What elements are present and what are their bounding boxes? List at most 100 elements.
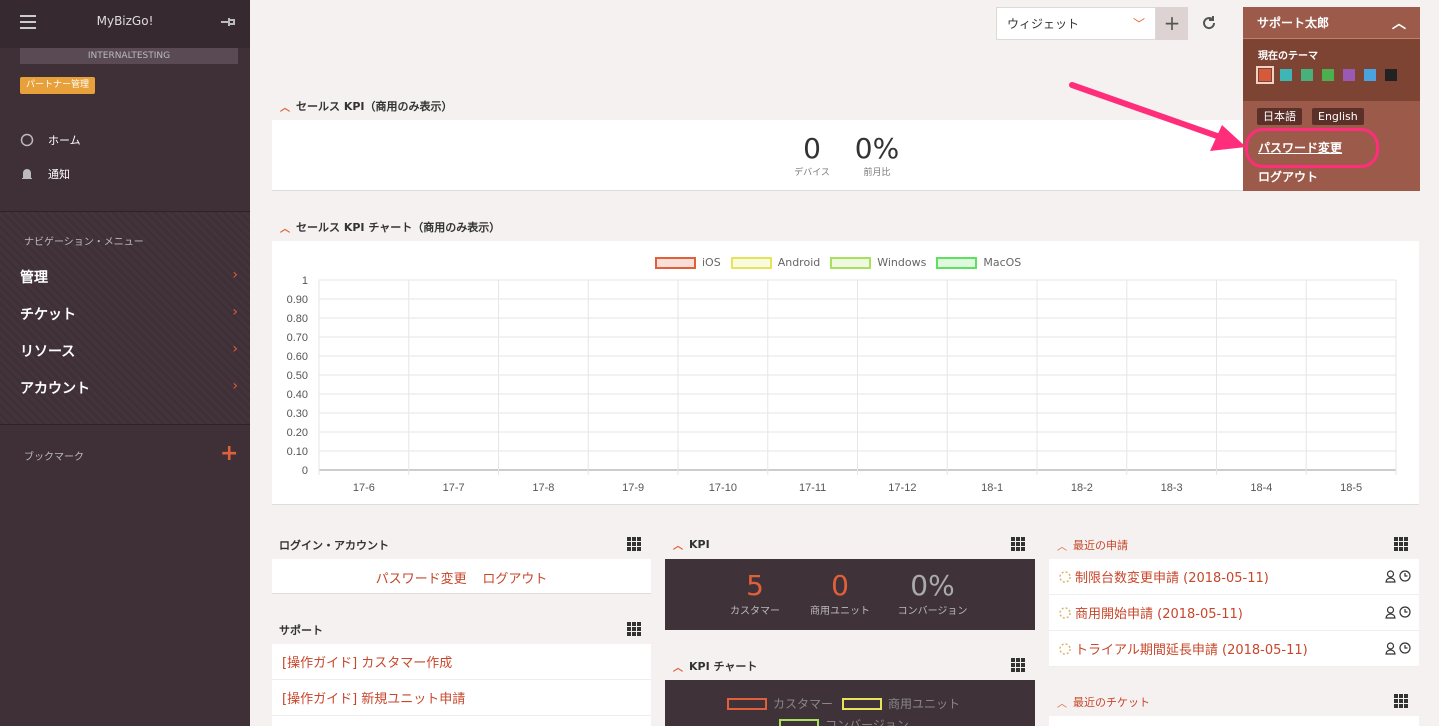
caret-up-icon: ︿ [1057,698,1067,710]
grid-menu-icon[interactable] [1394,694,1408,708]
y-tick-label: 0.10 [287,446,308,458]
legend-item[interactable]: Windows [830,256,926,269]
pending-spinner-icon [1059,642,1071,655]
x-tick-label: 17-7 [443,482,465,494]
highlight-ring-annotation [1245,128,1379,168]
legend-label: カスタマー [773,697,834,711]
add-bookmark-icon[interactable]: + [220,442,238,466]
sidebar-item-label: ホーム [48,134,81,147]
sales-kpi-title[interactable]: ︿ セールス KPI（商用のみ表示） [280,98,453,114]
units-stat: 0 商用ユニット [805,569,875,617]
theme-swatch[interactable] [1364,69,1376,81]
y-tick-label: 0.80 [287,313,308,325]
x-tick-label: 17-10 [709,482,737,494]
theme-swatch[interactable] [1280,69,1292,81]
legend-swatch [830,256,872,269]
sidebar-item-admin[interactable]: 管理 › [20,267,238,287]
sidebar-item-account[interactable]: アカウント › [20,378,238,398]
theme-swatch[interactable] [1301,69,1313,81]
devices-label: デバイス [794,168,830,178]
change-password-link[interactable]: パスワード変更 [376,572,467,587]
kpi-widget-title[interactable]: ︿ KPI [673,537,710,552]
y-tick-label: 0.70 [287,332,308,344]
support-item[interactable]: [操作ガイド] 新規ユニット申請 [272,680,651,716]
theme-swatch[interactable] [1256,66,1274,84]
y-tick-label: 0.60 [287,351,308,363]
x-tick-label: 18-4 [1250,482,1272,494]
grid-menu-icon[interactable] [627,622,641,636]
theme-swatch[interactable] [1343,69,1355,81]
clock-icon[interactable] [1399,606,1411,618]
pending-spinner-icon [1059,606,1071,619]
legend-swatch [655,256,696,269]
sidebar-item-home[interactable]: ホーム [20,132,81,148]
login-widget-title: ログイン・アカウント [279,537,389,553]
customers-value: 5 [746,569,764,602]
logout-menu-item[interactable]: ログアウト [1258,168,1318,185]
support-item-label: [操作ガイド] カスタマー作成 [282,656,453,671]
chevron-right-icon: › [232,378,238,394]
sidebar: MyBizGo! INTERNALTESTING パートナー管理 ホーム 通知 … [0,0,250,726]
legend-item[interactable]: MacOS [936,256,1021,269]
conversion-stat: 0% コンバージョン [890,569,975,617]
bell-icon [22,169,32,180]
sidebar-item-tickets[interactable]: チケット › [20,304,238,324]
kpi-chart-card: カスタマー 商用ユニット コンバージョン [665,680,1035,726]
environment-label: INTERNALTESTING [20,48,238,64]
mom-stat: 0% 前月比 [852,132,902,178]
section-label: 最近のチケット [1073,696,1150,709]
request-label: 商用開始申請 (2018-05-11) [1075,607,1243,622]
user-icon[interactable] [1385,606,1396,619]
section-label: 最近の申請 [1073,539,1128,552]
legend-swatch [842,697,882,710]
logout-link[interactable]: ログアウト [482,572,547,587]
refresh-icon[interactable] [1200,14,1218,32]
legend-label: Windows [877,256,927,269]
legend-units: 商用ユニット [842,695,960,712]
chevron-right-icon: › [232,304,238,320]
request-item[interactable]: 商用開始申請 (2018-05-11) [1049,595,1419,631]
sales-chart-title[interactable]: ︿ セールス KPI チャート（商用のみ表示） [280,219,500,235]
support-item[interactable]: [操作ガイド] カスタマー作成 [272,644,651,680]
divider [0,424,250,425]
theme-swatch[interactable] [1385,69,1397,81]
clock-icon[interactable] [1399,570,1411,582]
legend-swatch [727,697,767,710]
sidebar-item-notifications[interactable]: 通知 [20,166,70,182]
clock-icon[interactable] [1399,642,1411,654]
widget-select[interactable]: ウィジェット ﹀ [996,7,1156,40]
y-tick-label: 1 [302,275,308,287]
recent-tickets-card [1049,716,1419,726]
user-menu-header[interactable]: サポート太郎 ︿ [1243,7,1420,39]
request-item[interactable]: トライアル期間延長申請 (2018-05-11) [1049,631,1419,667]
kpi-chart-title[interactable]: ︿ KPI チャート [673,658,757,674]
request-item[interactable]: 制限台数変更申請 (2018-05-11) [1049,559,1419,595]
lang-japanese-button[interactable]: 日本語 [1257,108,1302,125]
add-widget-button[interactable]: + [1156,7,1188,40]
user-icon[interactable] [1385,570,1396,583]
grid-menu-icon[interactable] [1011,537,1025,551]
section-label: KPI チャート [689,660,758,673]
grid-menu-icon[interactable] [1011,658,1025,672]
sidebar-item-resources[interactable]: リソース › [20,341,238,361]
theme-swatch[interactable] [1322,69,1334,81]
recent-tickets-title[interactable]: ︿ 最近のチケット [1057,694,1150,710]
recent-requests-title[interactable]: ︿ 最近の申請 [1057,537,1128,553]
section-label: サポート [279,624,323,637]
partner-admin-badge[interactable]: パートナー管理 [20,77,96,94]
devices-stat: 0 デバイス [792,132,832,178]
lang-english-button[interactable]: English [1312,108,1364,125]
chevron-up-icon: ︿ [1392,15,1406,32]
section-label: セールス KPI（商用のみ表示） [296,100,453,113]
y-tick-label: 0.90 [287,294,308,306]
section-label: セールス KPI チャート（商用のみ表示） [296,221,501,234]
grid-menu-icon[interactable] [627,537,641,551]
pin-icon[interactable] [218,13,236,31]
grid-menu-icon[interactable] [1394,537,1408,551]
legend-swatch [730,256,772,269]
legend-item[interactable]: Android [730,256,820,269]
brand-name: MyBizGo! [96,14,154,28]
user-icon[interactable] [1385,642,1396,655]
x-tick-label: 17-9 [622,482,644,494]
legend-item[interactable]: iOS [655,256,721,269]
